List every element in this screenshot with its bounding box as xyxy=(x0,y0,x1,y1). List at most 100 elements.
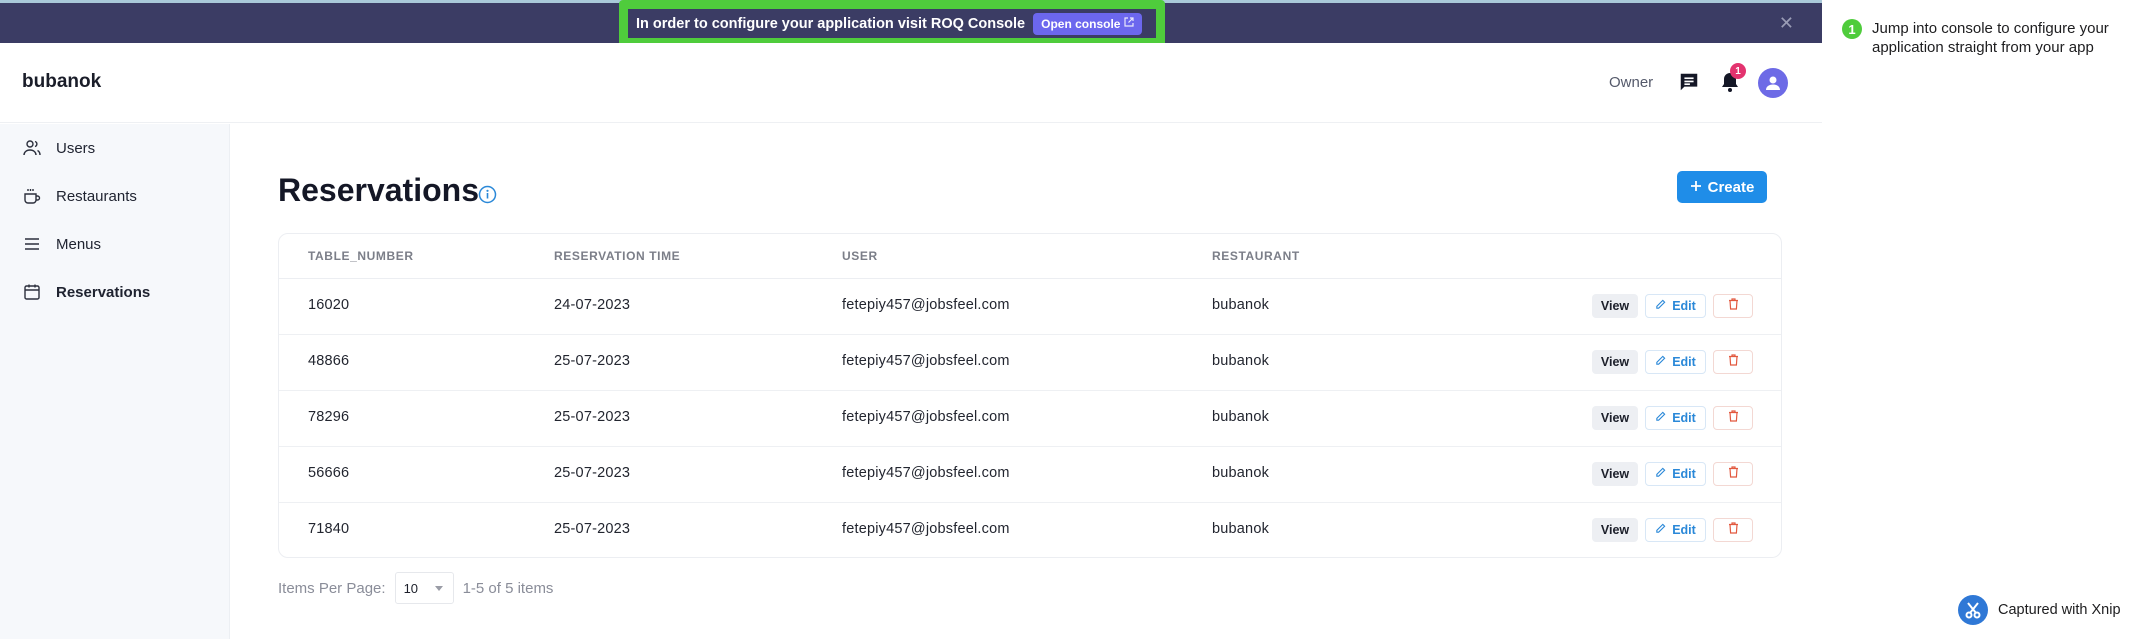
trash-icon xyxy=(1728,521,1739,539)
chat-icon[interactable] xyxy=(1677,70,1701,94)
cell-reservation-time: 25-07-2023 xyxy=(554,465,631,481)
edit-label: Edit xyxy=(1672,299,1696,313)
delete-button[interactable] xyxy=(1713,406,1753,430)
cell-reservation-time: 25-07-2023 xyxy=(554,353,631,369)
cell-restaurant: bubanok xyxy=(1212,465,1270,481)
coffee-cup-icon xyxy=(22,186,42,206)
user-avatar-icon xyxy=(1766,76,1780,90)
caret-down-icon xyxy=(434,585,443,591)
table-row: 16020 24-07-2023 fetepiy457@jobsfeel.com bu… xyxy=(279,279,1781,335)
cell-reservation-time: 25-07-2023 xyxy=(554,409,631,425)
calendar-icon xyxy=(22,282,42,302)
user-role: Owner xyxy=(1609,74,1654,91)
edit-button[interactable]: Edit xyxy=(1645,518,1706,542)
external-link-icon xyxy=(1124,17,1135,30)
cell-user: fetepiy457@jobsfeel.com xyxy=(842,465,1010,481)
edit-button[interactable]: Edit xyxy=(1645,294,1706,318)
create-label: Create xyxy=(1707,178,1755,196)
annotation-note: 1 Jump into console to configure your ap… xyxy=(1842,19,2132,57)
edit-button[interactable]: Edit xyxy=(1645,406,1706,430)
user-avatar[interactable] xyxy=(1758,68,1788,98)
pencil-icon xyxy=(1655,467,1666,481)
scissors-icon xyxy=(1958,595,1988,625)
column-header-table-number[interactable]: TABLE_NUMBER xyxy=(308,249,414,263)
sidebar-item-label: Users xyxy=(56,139,96,157)
cell-user: fetepiy457@jobsfeel.com xyxy=(842,297,1010,313)
annotation-text: Jump into console to configure your appl… xyxy=(1872,20,2109,56)
sidebar: Users Restaurants Menus Reservations xyxy=(0,124,230,639)
table-header: TABLE_NUMBER RESERVATION TIME USER RESTA… xyxy=(279,234,1781,279)
sidebar-item-restaurants[interactable]: Restaurants xyxy=(0,176,229,216)
cell-user: fetepiy457@jobsfeel.com xyxy=(842,521,1010,537)
edit-label: Edit xyxy=(1672,355,1696,369)
trash-icon xyxy=(1728,297,1739,315)
cell-table-number: 16020 xyxy=(308,297,350,313)
cell-user: fetepiy457@jobsfeel.com xyxy=(842,409,1010,425)
notification-badge: 1 xyxy=(1730,63,1746,79)
brand-name: bubanok xyxy=(22,71,102,92)
users-icon xyxy=(22,138,42,158)
trash-icon xyxy=(1728,409,1739,427)
trash-icon xyxy=(1728,353,1739,371)
banner-message: In order to configure your application v… xyxy=(636,15,1026,32)
reservations-table: TABLE_NUMBER RESERVATION TIME USER RESTA… xyxy=(278,233,1782,558)
cell-table-number: 56666 xyxy=(308,465,350,481)
column-header-reservation-time[interactable]: RESERVATION TIME xyxy=(554,249,680,263)
sidebar-item-label: Reservations xyxy=(56,283,151,301)
view-button[interactable]: View xyxy=(1592,518,1638,542)
edit-label: Edit xyxy=(1672,467,1696,481)
trash-icon xyxy=(1728,465,1739,483)
sidebar-item-menus[interactable]: Menus xyxy=(0,224,229,264)
table-row: 71840 25-07-2023 fetepiy457@jobsfeel.com bu… xyxy=(279,503,1781,559)
cell-table-number: 71840 xyxy=(308,521,350,537)
table-row: 56666 25-07-2023 fetepiy457@jobsfeel.com bu… xyxy=(279,447,1781,503)
pagination: Items Per Page: 10 1-5 of 5 items xyxy=(278,572,553,604)
cell-user: fetepiy457@jobsfeel.com xyxy=(842,353,1010,369)
sidebar-item-label: Restaurants xyxy=(56,187,137,205)
items-per-page-value: 10 xyxy=(403,580,419,596)
view-button[interactable]: View xyxy=(1592,406,1638,430)
page-title: Reservations xyxy=(278,172,479,208)
create-button[interactable]: Create xyxy=(1677,171,1767,203)
app-window: ✕ In order to configure your application… xyxy=(0,0,1822,639)
cell-table-number: 78296 xyxy=(308,409,350,425)
edit-button[interactable]: Edit xyxy=(1645,350,1706,374)
cell-restaurant: bubanok xyxy=(1212,353,1270,369)
step-badge: 1 xyxy=(1842,19,1862,39)
watermark: Captured with Xnip xyxy=(1958,595,2121,625)
open-console-button[interactable]: Open console xyxy=(1033,12,1143,35)
cell-restaurant: bubanok xyxy=(1212,521,1270,537)
pencil-icon xyxy=(1655,523,1666,537)
pencil-icon xyxy=(1655,299,1666,313)
info-icon[interactable] xyxy=(478,185,497,204)
cell-restaurant: bubanok xyxy=(1212,409,1270,425)
open-console-label: Open console xyxy=(1041,16,1121,31)
cell-reservation-time: 24-07-2023 xyxy=(554,297,631,313)
cell-reservation-time: 25-07-2023 xyxy=(554,521,631,537)
plus-icon xyxy=(1690,179,1702,196)
watermark-text: Captured with Xnip xyxy=(1998,602,2121,618)
pencil-icon xyxy=(1655,355,1666,369)
view-button[interactable]: View xyxy=(1592,462,1638,486)
items-per-page-label: Items Per Page: xyxy=(278,579,386,597)
table-row: 78296 25-07-2023 fetepiy457@jobsfeel.com bu… xyxy=(279,391,1781,447)
cell-table-number: 48866 xyxy=(308,353,350,369)
delete-button[interactable] xyxy=(1713,294,1753,318)
sidebar-item-users[interactable]: Users xyxy=(0,128,229,168)
close-icon[interactable]: ✕ xyxy=(1779,13,1794,33)
column-header-user[interactable]: USER xyxy=(842,249,878,263)
view-button[interactable]: View xyxy=(1592,294,1638,318)
delete-button[interactable] xyxy=(1713,350,1753,374)
column-header-restaurant[interactable]: RESTAURANT xyxy=(1212,249,1300,263)
menu-lines-icon xyxy=(22,234,42,254)
table-row: 48866 25-07-2023 fetepiy457@jobsfeel.com bu… xyxy=(279,335,1781,391)
items-per-page-select[interactable]: 10 xyxy=(394,572,454,604)
delete-button[interactable] xyxy=(1713,518,1753,542)
pencil-icon xyxy=(1655,411,1666,425)
view-button[interactable]: View xyxy=(1592,350,1638,374)
delete-button[interactable] xyxy=(1713,462,1753,486)
edit-label: Edit xyxy=(1672,523,1696,537)
pagination-range: 1-5 of 5 items xyxy=(462,579,554,597)
sidebar-item-reservations[interactable]: Reservations xyxy=(0,272,229,312)
edit-button[interactable]: Edit xyxy=(1645,462,1706,486)
